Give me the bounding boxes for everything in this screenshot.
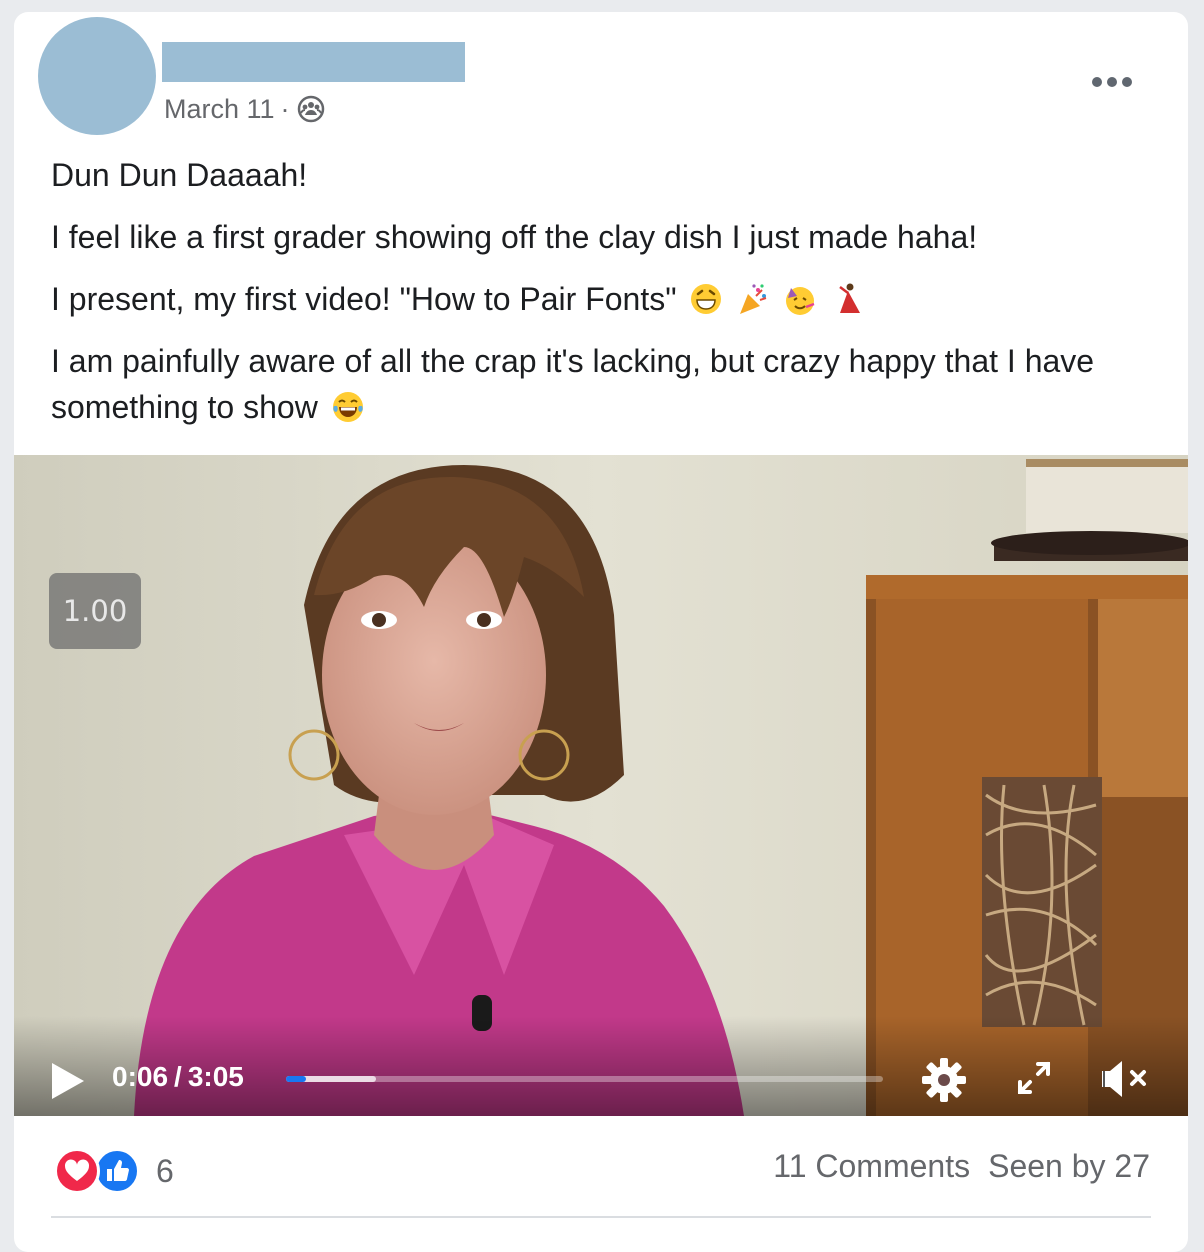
dancer-icon — [839, 283, 861, 313]
settings-gear-icon[interactable] — [920, 1056, 968, 1104]
comments-count-link[interactable]: 11 Comments — [773, 1148, 970, 1185]
time-separator: / — [174, 1061, 182, 1092]
duration: 3:05 — [187, 1061, 244, 1092]
play-icon[interactable] — [50, 1061, 86, 1101]
video-controls: 0:06 / 3:05 — [14, 1016, 1188, 1116]
seen-by-link[interactable]: Seen by 27 — [988, 1148, 1150, 1185]
post-paragraph: Dun Dun Daaaah! — [51, 157, 308, 193]
played-bar — [286, 1076, 306, 1082]
group-icon[interactable] — [296, 94, 326, 124]
video-time: 0:06 / 3:05 — [112, 1061, 244, 1093]
more-dot-icon — [1107, 77, 1117, 87]
post-footer: 6 11 Comments Seen by 27 — [14, 1116, 1188, 1218]
muted-volume-icon[interactable] — [1098, 1056, 1150, 1102]
post-paragraph: I present, my first video! "How to Pair … — [51, 276, 1161, 322]
like-reaction-icon — [94, 1148, 140, 1194]
love-reaction-icon — [54, 1148, 100, 1194]
post-meta: March 11 · — [164, 92, 326, 126]
current-time: 0:06 — [112, 1061, 169, 1092]
more-dot-icon — [1122, 77, 1132, 87]
redacted-author-name[interactable] — [162, 42, 465, 82]
reactions-summary[interactable]: 6 — [54, 1148, 174, 1194]
post-paragraph: I am painfully aware of all the crap it'… — [51, 343, 1095, 425]
grinning-face-icon — [691, 284, 722, 314]
fullscreen-icon[interactable] — [1014, 1058, 1054, 1098]
post-text: Dun Dun Daaaah! I feel like a first grad… — [51, 152, 1161, 430]
avatar[interactable] — [38, 17, 156, 135]
party-popper-icon — [740, 284, 767, 314]
playback-speed-badge[interactable]: 1.00 — [49, 573, 141, 649]
tears-of-joy-icon — [332, 392, 363, 422]
more-options-button[interactable] — [1084, 64, 1140, 100]
post-stats: 11 Comments Seen by 27 — [773, 1148, 1150, 1185]
footer-divider — [51, 1216, 1151, 1218]
post-date[interactable]: March 11 — [164, 94, 275, 125]
more-dot-icon — [1092, 77, 1102, 87]
reaction-count: 6 — [156, 1152, 174, 1189]
meta-separator: · — [280, 93, 290, 124]
partying-face-icon — [786, 287, 815, 315]
video-progress-bar[interactable] — [286, 1076, 883, 1082]
video-player[interactable]: 1.00 0:06 / 3:05 — [14, 455, 1188, 1116]
post-card: March 11 · Dun Dun Daaaah! I feel like a… — [14, 12, 1188, 1252]
post-paragraph: I feel like a first grader showing off t… — [51, 219, 978, 255]
